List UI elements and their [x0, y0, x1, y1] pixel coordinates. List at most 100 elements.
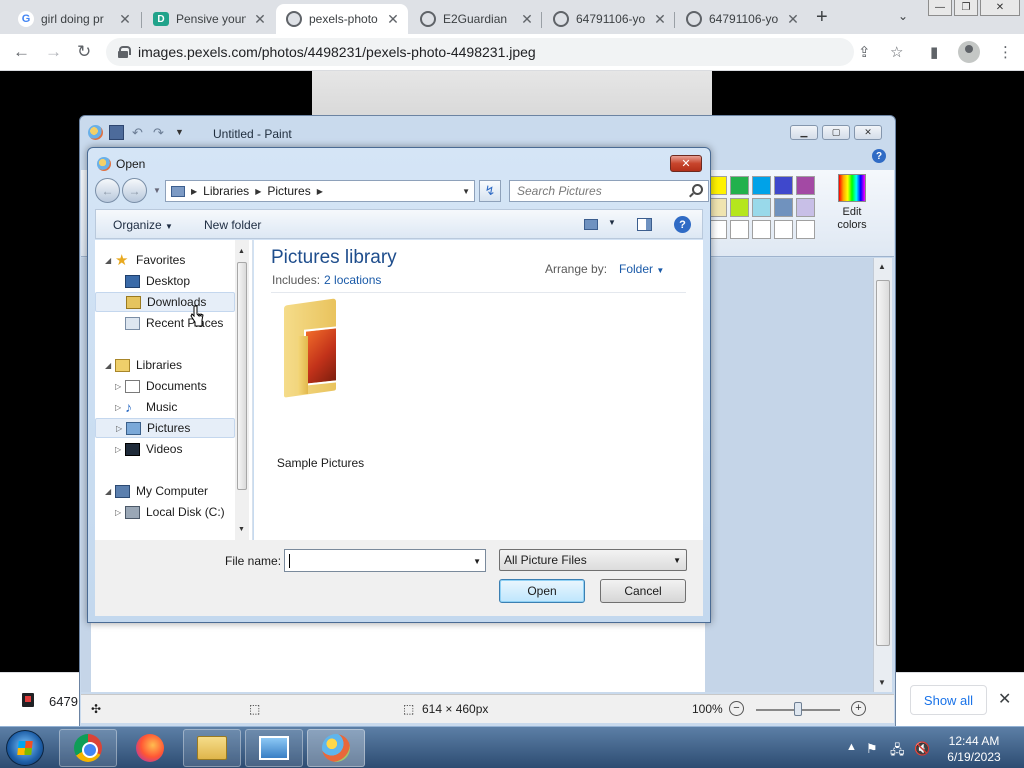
- chevron-down-icon[interactable]: ▼: [473, 557, 481, 566]
- scroll-up-icon[interactable]: ▲: [878, 262, 886, 271]
- nav-documents[interactable]: ▷ Documents: [95, 376, 235, 396]
- save-icon[interactable]: [109, 125, 124, 140]
- search-input[interactable]: Search Pictures: [509, 180, 709, 202]
- customize-dropdown-icon[interactable]: ▼: [172, 125, 187, 140]
- nav-favorites[interactable]: ◢ ★ Favorites: [95, 250, 235, 270]
- chevron-right-icon[interactable]: ▶: [191, 187, 197, 196]
- color-swatch[interactable]: [730, 198, 749, 217]
- forward-arrow-icon[interactable]: →: [122, 178, 147, 203]
- taskbar-firefox[interactable]: [121, 729, 179, 767]
- nav-downloads[interactable]: Downloads: [95, 292, 235, 312]
- action-center-icon[interactable]: ⚑: [866, 741, 878, 757]
- zoom-out-icon[interactable]: −: [729, 701, 744, 716]
- forward-arrow-icon[interactable]: →: [45, 42, 62, 62]
- nav-videos[interactable]: ▷ Videos: [95, 439, 235, 459]
- scroll-thumb[interactable]: [876, 280, 890, 646]
- restore-icon[interactable]: ❐: [954, 0, 978, 16]
- minimize-icon[interactable]: —: [928, 0, 952, 16]
- paint-vertical-scrollbar[interactable]: ▲ ▼: [873, 258, 892, 692]
- nav-local-disk[interactable]: ▷ Local Disk (C:): [95, 502, 235, 522]
- tab-search-chevron-icon[interactable]: ⌄: [898, 9, 908, 23]
- undo-icon[interactable]: ↶: [130, 125, 145, 140]
- color-swatch[interactable]: [796, 176, 815, 195]
- close-tab-icon[interactable]: ✕: [118, 11, 132, 28]
- chevron-right-icon[interactable]: ▶: [317, 187, 323, 196]
- minimize-icon[interactable]: ▁: [790, 125, 818, 140]
- scroll-thumb[interactable]: [237, 262, 247, 490]
- color-swatch[interactable]: [774, 198, 793, 217]
- side-panel-icon[interactable]: ▮: [930, 43, 938, 61]
- collapse-triangle-icon[interactable]: ◢: [105, 361, 111, 370]
- edit-colors-button[interactable]: Edit colors: [832, 174, 872, 232]
- zoom-slider-knob[interactable]: [794, 702, 802, 716]
- lock-icon[interactable]: [118, 46, 131, 58]
- color-swatch[interactable]: [796, 198, 815, 217]
- expand-triangle-icon[interactable]: ▷: [115, 382, 121, 391]
- nav-libraries[interactable]: ◢ Libraries: [95, 355, 235, 375]
- color-swatch[interactable]: [730, 220, 749, 239]
- profile-avatar-icon[interactable]: [958, 41, 980, 63]
- expand-triangle-icon[interactable]: ▷: [115, 403, 121, 412]
- back-arrow-icon[interactable]: ←: [13, 42, 30, 62]
- close-icon[interactable]: ✕: [980, 0, 1020, 16]
- nav-music[interactable]: ▷ ♪ Music: [95, 397, 235, 417]
- share-icon[interactable]: ⇪: [858, 43, 871, 61]
- volume-muted-icon[interactable]: 🔇: [914, 741, 930, 757]
- clock[interactable]: 12:44 AM 6/19/2023: [940, 733, 1008, 765]
- network-icon[interactable]: 🖧: [890, 741, 905, 763]
- taskbar-photo-viewer[interactable]: [245, 729, 303, 767]
- chevron-right-icon[interactable]: ▶: [255, 187, 261, 196]
- start-button[interactable]: [6, 730, 44, 766]
- taskbar-explorer[interactable]: [183, 729, 241, 767]
- change-view-icon[interactable]: [584, 219, 598, 230]
- paint-app-icon[interactable]: [88, 125, 103, 140]
- chevron-down-icon[interactable]: ▼: [462, 187, 470, 196]
- recent-locations-dropdown-icon[interactable]: ▼: [153, 186, 161, 195]
- tab-pexels-photo[interactable]: pexels-photo ✕: [276, 4, 408, 34]
- bookmark-star-icon[interactable]: ☆: [890, 43, 903, 61]
- tab-girl-doing[interactable]: G girl doing pr ✕: [8, 4, 140, 34]
- dialog-close-button[interactable]: ✕: [670, 155, 702, 172]
- scroll-up-icon[interactable]: ▲: [238, 248, 245, 255]
- organize-button[interactable]: Organize ▼: [113, 218, 173, 232]
- color-swatch[interactable]: [774, 176, 793, 195]
- close-tab-icon[interactable]: ✕: [786, 11, 800, 28]
- address-bar[interactable]: images.pexels.com/photos/4498231/pexels-…: [106, 38, 854, 66]
- tab-64791106-b[interactable]: 64791106-yo ✕: [676, 4, 808, 34]
- file-type-select[interactable]: All Picture Files ▼: [499, 549, 687, 571]
- show-hidden-icons-icon[interactable]: ▲: [846, 741, 857, 753]
- taskbar-paint[interactable]: [307, 729, 365, 767]
- color-swatch[interactable]: [752, 220, 771, 239]
- nav-my-computer[interactable]: ◢ My Computer: [95, 481, 235, 501]
- close-tab-icon[interactable]: ✕: [520, 11, 534, 28]
- nav-desktop[interactable]: Desktop: [95, 271, 235, 291]
- nav-recent-places[interactable]: Recent Places: [95, 313, 235, 333]
- download-item-name[interactable]: 6479: [49, 694, 78, 709]
- close-icon[interactable]: ✕: [854, 125, 882, 140]
- expand-triangle-icon[interactable]: ▷: [115, 445, 121, 454]
- close-tab-icon[interactable]: ✕: [653, 11, 667, 28]
- breadcrumb-libraries[interactable]: Libraries: [203, 184, 249, 198]
- new-tab-icon[interactable]: +: [816, 6, 828, 29]
- scroll-down-icon[interactable]: ▼: [238, 526, 245, 533]
- zoom-in-icon[interactable]: +: [851, 701, 866, 716]
- color-swatch[interactable]: [752, 198, 771, 217]
- scroll-down-icon[interactable]: ▼: [878, 678, 886, 687]
- back-arrow-icon[interactable]: ←: [95, 178, 120, 203]
- breadcrumb-pictures[interactable]: Pictures: [267, 184, 310, 198]
- expand-triangle-icon[interactable]: ▷: [116, 424, 122, 433]
- help-icon[interactable]: ?: [872, 149, 886, 163]
- nav-pictures[interactable]: ▷ Pictures: [95, 418, 235, 438]
- color-swatch[interactable]: [730, 176, 749, 195]
- reload-icon[interactable]: ↻: [77, 42, 91, 62]
- tab-e2guardian[interactable]: E2Guardian ✕: [410, 4, 542, 34]
- breadcrumb[interactable]: ▶ Libraries ▶ Pictures ▶ ▼: [165, 180, 475, 202]
- tab-64791106-a[interactable]: 64791106-yo ✕: [543, 4, 675, 34]
- close-downloads-icon[interactable]: ✕: [998, 689, 1011, 709]
- arrange-by-dropdown[interactable]: Folder ▼: [619, 262, 664, 276]
- maximize-icon[interactable]: ▢: [822, 125, 850, 140]
- navigation-pane-scrollbar[interactable]: ▲ ▼: [235, 240, 249, 540]
- collapse-triangle-icon[interactable]: ◢: [105, 487, 111, 496]
- color-swatch[interactable]: [774, 220, 793, 239]
- tab-pensive[interactable]: D Pensive youn ✕: [143, 4, 275, 34]
